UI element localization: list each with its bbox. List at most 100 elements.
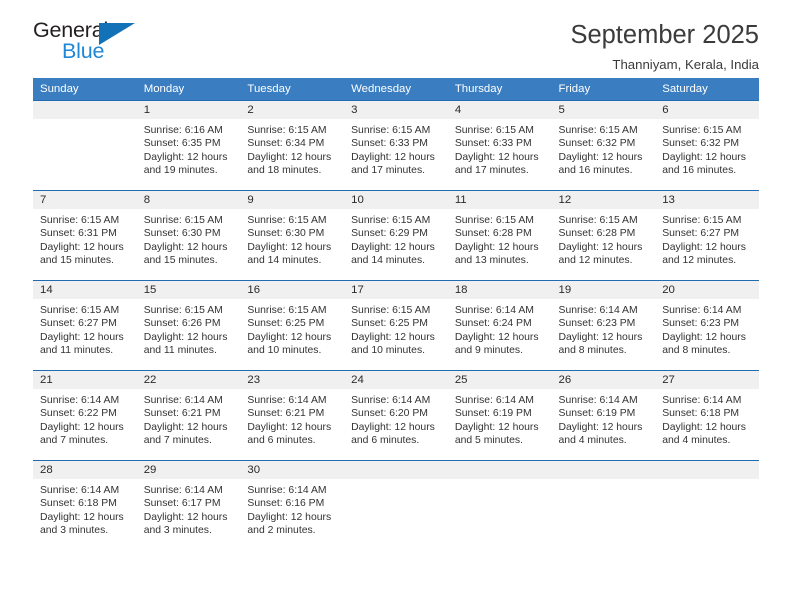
calendar-day-cell[interactable]: 13 Sunrise: 6:15 AM Sunset: 6:27 PM Dayligh…: [655, 190, 759, 281]
sunset-text: Sunset: 6:34 PM: [247, 138, 325, 150]
calendar-day-cell[interactable]: 30 Sunrise: 6:14 AM Sunset: 6:16 PM Dayligh…: [240, 460, 345, 549]
sunrise-text: Sunrise: 6:15 AM: [351, 215, 431, 226]
day-number: 9: [240, 191, 345, 209]
day-details: Sunrise: 6:15 AM Sunset: 6:32 PM Daylight:…: [655, 119, 759, 177]
daylight-text-line2: and 11 minutes.: [40, 344, 114, 356]
day-details: Sunrise: 6:14 AM Sunset: 6:21 PM Daylight:…: [240, 389, 344, 447]
calendar-day-cell[interactable]: 27 Sunrise: 6:14 AM Sunset: 6:18 PM Dayligh…: [655, 370, 759, 461]
daylight-text-line1: Daylight: 12 hours: [558, 331, 643, 343]
calendar-day-cell[interactable]: 21 Sunrise: 6:14 AM Sunset: 6:22 PM Dayligh…: [33, 370, 137, 461]
calendar-day-cell[interactable]: 28 Sunrise: 6:14 AM Sunset: 6:18 PM Dayligh…: [33, 460, 137, 549]
day-details: Sunrise: 6:14 AM Sunset: 6:24 PM Daylight:…: [448, 299, 552, 357]
sunset-text: Sunset: 6:25 PM: [351, 318, 428, 330]
day-number: 24: [344, 371, 448, 389]
day-details: Sunrise: 6:14 AM Sunset: 6:19 PM Daylight:…: [448, 389, 552, 447]
daylight-text-line2: and 15 minutes.: [143, 254, 218, 266]
calendar-week-row: 14 Sunrise: 6:15 AM Sunset: 6:27 PM Dayligh…: [33, 280, 759, 371]
calendar-day-cell[interactable]: 14 Sunrise: 6:15 AM Sunset: 6:27 PM Dayligh…: [33, 280, 137, 371]
daylight-text-line1: Daylight: 12 hours: [40, 511, 124, 523]
calendar-day-cell[interactable]: 2 Sunrise: 6:15 AM Sunset: 6:34 PM Daylight…: [240, 100, 345, 191]
daylight-text-line2: and 4 minutes.: [558, 434, 627, 446]
sunrise-text: Sunrise: 6:15 AM: [40, 215, 120, 226]
sunrise-text: Sunrise: 6:15 AM: [558, 215, 638, 226]
calendar-day-cell[interactable]: 24 Sunrise: 6:14 AM Sunset: 6:20 PM Dayligh…: [344, 370, 448, 461]
weekday-header-wednesday: Wednesday: [344, 78, 448, 101]
day-number: 5: [551, 101, 656, 119]
calendar-day-cell[interactable]: 15 Sunrise: 6:15 AM Sunset: 6:26 PM Dayligh…: [136, 280, 241, 371]
sunset-text: Sunset: 6:23 PM: [662, 318, 740, 330]
day-number: 26: [551, 371, 656, 389]
daylight-text-line2: and 3 minutes.: [40, 524, 109, 536]
calendar-day-cell[interactable]: 6 Sunrise: 6:15 AM Sunset: 6:32 PM Daylight…: [655, 100, 759, 191]
logo-triangle-icon: [99, 23, 135, 45]
weekday-header-row: Sunday Monday Tuesday Wednesday Thursday…: [33, 78, 759, 101]
day-number: 14: [33, 281, 137, 299]
calendar-day-cell[interactable]: 20 Sunrise: 6:14 AM Sunset: 6:23 PM Dayligh…: [655, 280, 759, 371]
sunset-text: Sunset: 6:33 PM: [454, 138, 532, 150]
calendar-day-cell[interactable]: 26 Sunrise: 6:14 AM Sunset: 6:19 PM Dayligh…: [551, 370, 656, 461]
day-details: Sunrise: 6:16 AM Sunset: 6:35 PM Daylight:…: [137, 119, 241, 177]
daylight-text-line1: Daylight: 12 hours: [247, 511, 332, 523]
sunset-text: Sunset: 6:21 PM: [143, 408, 221, 420]
calendar-day-cell[interactable]: 19 Sunrise: 6:14 AM Sunset: 6:23 PM Dayligh…: [551, 280, 656, 371]
sunrise-text: Sunrise: 6:14 AM: [662, 395, 742, 406]
sunrise-text: Sunrise: 6:14 AM: [351, 395, 431, 406]
weekday-header-monday: Monday: [136, 78, 241, 101]
calendar-day-cell[interactable]: 18 Sunrise: 6:14 AM Sunset: 6:24 PM Dayligh…: [447, 280, 552, 371]
calendar-day-cell[interactable]: 25 Sunrise: 6:14 AM Sunset: 6:19 PM Dayligh…: [447, 370, 552, 461]
sunrise-text: Sunrise: 6:14 AM: [40, 485, 120, 496]
sunset-text: Sunset: 6:29 PM: [351, 228, 428, 240]
weekday-header-tuesday: Tuesday: [240, 78, 345, 101]
calendar-day-cell[interactable]: 22 Sunrise: 6:14 AM Sunset: 6:21 PM Dayligh…: [136, 370, 241, 461]
daylight-text-line1: Daylight: 12 hours: [143, 511, 228, 523]
daylight-text-line1: Daylight: 12 hours: [143, 241, 228, 253]
sunset-text: Sunset: 6:27 PM: [662, 228, 740, 240]
sunset-text: Sunset: 6:19 PM: [558, 408, 636, 420]
daylight-text-line2: and 6 minutes.: [351, 434, 420, 446]
daylight-text-line2: and 12 minutes.: [558, 254, 633, 266]
day-number: 20: [655, 281, 759, 299]
day-details: Sunrise: 6:14 AM Sunset: 6:17 PM Daylight:…: [137, 479, 241, 537]
calendar-day-cell[interactable]: 29 Sunrise: 6:14 AM Sunset: 6:17 PM Dayligh…: [136, 460, 241, 549]
calendar-day-cell[interactable]: 3 Sunrise: 6:15 AM Sunset: 6:33 PM Daylight…: [344, 100, 448, 191]
day-details: Sunrise: 6:15 AM Sunset: 6:30 PM Daylight:…: [137, 209, 241, 267]
sunrise-text: Sunrise: 6:14 AM: [558, 305, 638, 316]
generalblue-logo[interactable]: General Blue: [33, 19, 148, 66]
sunrise-text: Sunrise: 6:14 AM: [454, 305, 534, 316]
weekday-header-friday: Friday: [551, 78, 656, 101]
day-number: 19: [551, 281, 656, 299]
sunrise-text: Sunrise: 6:15 AM: [143, 215, 223, 226]
calendar-day-cell[interactable]: 12 Sunrise: 6:15 AM Sunset: 6:28 PM Dayligh…: [551, 190, 656, 281]
calendar-day-cell[interactable]: 9 Sunrise: 6:15 AM Sunset: 6:30 PM Daylight…: [240, 190, 345, 281]
daylight-text-line1: Daylight: 12 hours: [40, 421, 124, 433]
sunset-text: Sunset: 6:27 PM: [40, 318, 117, 330]
calendar-day-cell[interactable]: 8 Sunrise: 6:15 AM Sunset: 6:30 PM Daylight…: [136, 190, 241, 281]
sunset-text: Sunset: 6:30 PM: [247, 228, 325, 240]
sunset-text: Sunset: 6:19 PM: [454, 408, 532, 420]
calendar-day-cell[interactable]: 1 Sunrise: 6:16 AM Sunset: 6:35 PM Daylight…: [136, 100, 241, 191]
day-number: [551, 461, 656, 479]
day-number: 15: [136, 281, 241, 299]
sunset-text: Sunset: 6:18 PM: [40, 498, 117, 510]
calendar-day-cell[interactable]: 17 Sunrise: 6:15 AM Sunset: 6:25 PM Dayligh…: [344, 280, 448, 371]
calendar-day-cell[interactable]: 16 Sunrise: 6:15 AM Sunset: 6:25 PM Dayligh…: [240, 280, 345, 371]
logo-text-blue: Blue: [62, 39, 105, 63]
calendar-day-cell[interactable]: 5 Sunrise: 6:15 AM Sunset: 6:32 PM Daylight…: [551, 100, 656, 191]
day-details: Sunrise: 6:15 AM Sunset: 6:33 PM Daylight:…: [448, 119, 552, 177]
sunrise-text: Sunrise: 6:15 AM: [662, 125, 742, 136]
page-subtitle: Thanniyam, Kerala, India: [612, 56, 759, 72]
day-number: 6: [655, 101, 759, 119]
calendar-day-cell[interactable]: 23 Sunrise: 6:14 AM Sunset: 6:21 PM Dayligh…: [240, 370, 345, 461]
day-number: 30: [240, 461, 345, 479]
daylight-text-line2: and 10 minutes.: [351, 344, 426, 356]
day-details: Sunrise: 6:14 AM Sunset: 6:23 PM Daylight:…: [655, 299, 759, 357]
day-number: [344, 461, 448, 479]
calendar-day-cell[interactable]: 7 Sunrise: 6:15 AM Sunset: 6:31 PM Daylight…: [33, 190, 137, 281]
day-details: Sunrise: 6:15 AM Sunset: 6:34 PM Daylight:…: [240, 119, 344, 177]
calendar-day-cell[interactable]: 4 Sunrise: 6:15 AM Sunset: 6:33 PM Daylight…: [447, 100, 552, 191]
calendar-week-row: 7 Sunrise: 6:15 AM Sunset: 6:31 PM Daylight…: [33, 190, 759, 281]
daylight-text-line1: Daylight: 12 hours: [662, 421, 746, 433]
day-details: Sunrise: 6:14 AM Sunset: 6:21 PM Daylight:…: [137, 389, 241, 447]
calendar-day-cell[interactable]: 11 Sunrise: 6:15 AM Sunset: 6:28 PM Dayligh…: [447, 190, 552, 281]
calendar-day-cell[interactable]: 10 Sunrise: 6:15 AM Sunset: 6:29 PM Dayligh…: [344, 190, 448, 281]
